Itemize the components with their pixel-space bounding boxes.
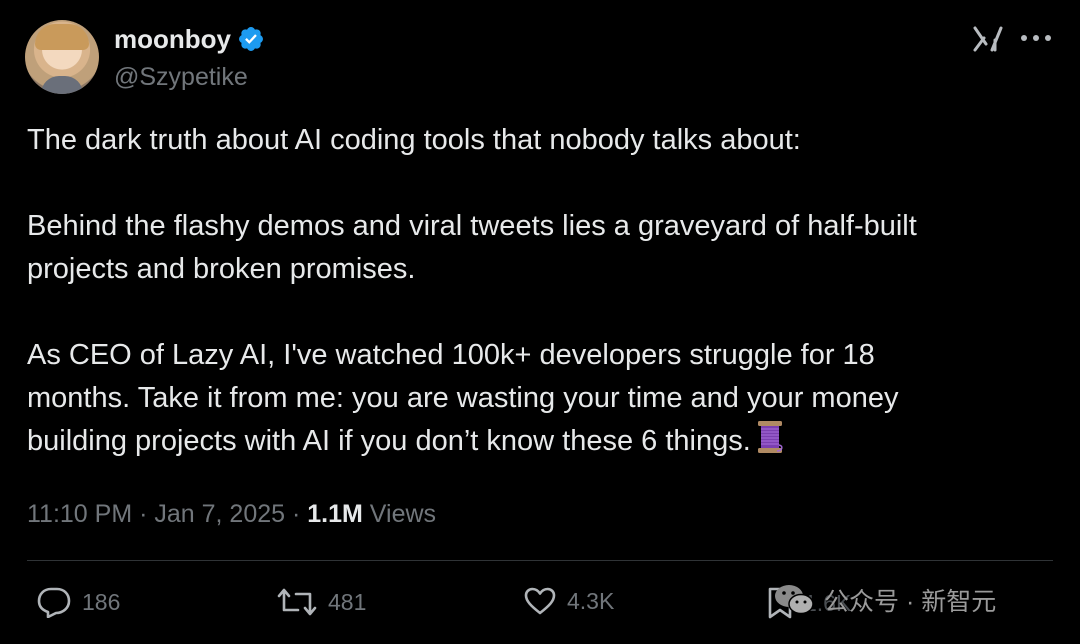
- avatar-shirt: [41, 76, 83, 94]
- watermark-text: 公众号 · 新智元: [824, 588, 997, 616]
- author-info: moonboy @Szypetike: [114, 22, 265, 94]
- more-icon[interactable]: [1020, 34, 1052, 42]
- reply-count: 186: [82, 588, 121, 615]
- meta-separator: ·: [132, 500, 155, 528]
- name-row: moonboy: [114, 22, 265, 56]
- heart-icon: [524, 587, 556, 615]
- tweet-date[interactable]: Jan 7, 2025: [154, 500, 285, 528]
- wechat-icon: [775, 585, 814, 615]
- avatar-hair: [35, 24, 89, 50]
- tweet-meta: 11:10 PM · Jan 7, 2025 · 1.1M Views: [27, 496, 436, 532]
- divider: [27, 560, 1053, 561]
- reply-button[interactable]: 186: [36, 586, 120, 618]
- xai-logo[interactable]: [973, 26, 1003, 52]
- author-handle[interactable]: @Szypetike: [114, 60, 265, 94]
- meta-separator: ·: [285, 500, 308, 528]
- avatar[interactable]: [25, 20, 99, 94]
- tweet-body: The dark truth about AI coding tools tha…: [27, 119, 1057, 463]
- watermark: 公众号 · 新智元: [772, 582, 996, 618]
- tweet-time[interactable]: 11:10 PM: [27, 500, 132, 528]
- display-name[interactable]: moonboy: [114, 22, 231, 56]
- repost-count: 481: [328, 588, 367, 615]
- reply-icon: [37, 587, 71, 618]
- like-count: 4.3K: [567, 587, 615, 614]
- repost-icon: [277, 588, 317, 616]
- thread-spool-icon: [757, 421, 783, 453]
- like-button[interactable]: 4.3K: [523, 586, 614, 616]
- verified-badge-icon: [239, 27, 263, 51]
- repost-button[interactable]: 481: [276, 586, 366, 618]
- views-label: Views: [362, 500, 437, 528]
- views-count: 1.1M: [307, 500, 363, 528]
- tweet-text: The dark truth about AI coding tools tha…: [27, 124, 917, 457]
